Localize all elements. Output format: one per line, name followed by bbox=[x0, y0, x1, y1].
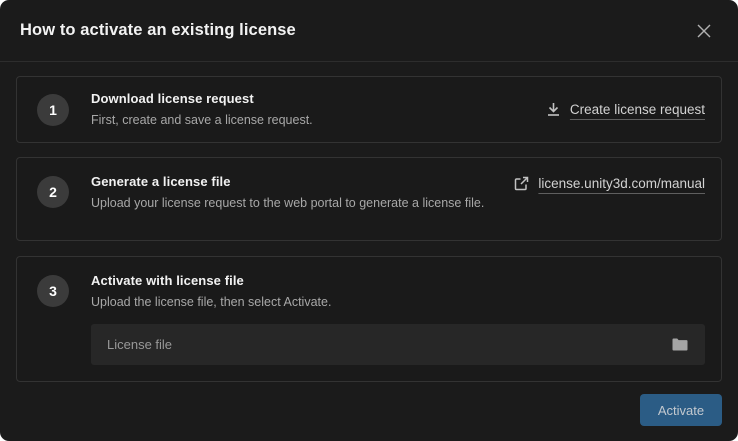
dialog-content: 1 Download license request First, create… bbox=[0, 62, 738, 382]
license-file-input[interactable] bbox=[91, 324, 705, 365]
step-title: Generate a license file bbox=[91, 174, 502, 189]
step-description: Upload your license request to the web p… bbox=[91, 194, 502, 212]
create-license-request-link[interactable]: Create license request bbox=[546, 102, 705, 117]
step-description: Upload the license file, then select Act… bbox=[91, 293, 511, 311]
folder-icon[interactable] bbox=[671, 337, 689, 352]
activate-button[interactable]: Activate bbox=[640, 394, 722, 426]
license-portal-link[interactable]: license.unity3d.com/manual bbox=[514, 176, 705, 191]
step-generate-license-file: 2 Generate a license file Upload your li… bbox=[16, 157, 722, 241]
activate-license-dialog: How to activate an existing license 1 Do… bbox=[0, 0, 738, 441]
dialog-title: How to activate an existing license bbox=[20, 21, 296, 40]
dialog-header: How to activate an existing license bbox=[0, 0, 738, 62]
dialog-footer: Activate bbox=[0, 382, 738, 441]
create-license-request-label: Create license request bbox=[570, 102, 705, 117]
step-number-badge: 2 bbox=[37, 176, 69, 208]
close-icon bbox=[697, 24, 711, 38]
step-title: Activate with license file bbox=[91, 273, 705, 288]
license-file-field[interactable] bbox=[107, 337, 671, 352]
license-portal-label: license.unity3d.com/manual bbox=[538, 176, 705, 191]
close-button[interactable] bbox=[694, 21, 714, 41]
step-number-badge: 1 bbox=[37, 94, 69, 126]
download-icon bbox=[546, 102, 561, 117]
step-activate-with-license-file: 3 Activate with license file Upload the … bbox=[16, 256, 722, 382]
step-title: Download license request bbox=[91, 91, 534, 106]
external-link-icon bbox=[514, 176, 529, 191]
step-number-badge: 3 bbox=[37, 275, 69, 307]
step-download-license-request: 1 Download license request First, create… bbox=[16, 76, 722, 143]
step-description: First, create and save a license request… bbox=[91, 111, 511, 129]
